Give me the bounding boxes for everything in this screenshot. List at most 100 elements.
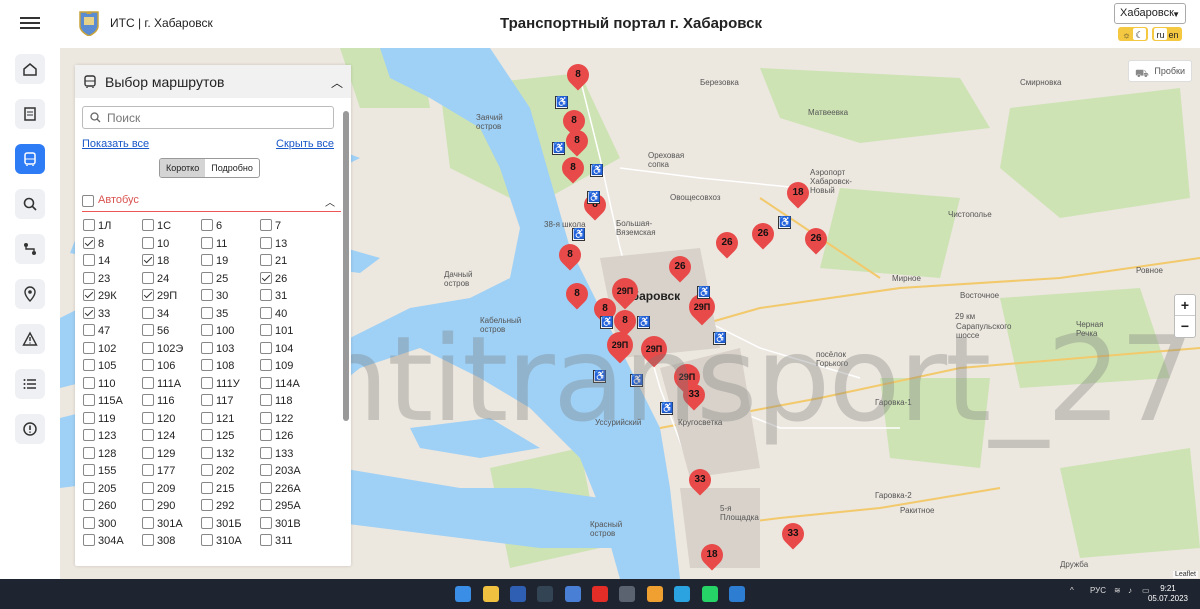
route-checkbox-item[interactable]: 126 [260, 429, 318, 445]
route-checkbox-item[interactable]: 29К [83, 289, 141, 305]
route-checkbox[interactable] [142, 271, 154, 284]
route-checkbox-item[interactable]: 202 [201, 464, 259, 480]
category-row[interactable]: Автобус ︿ [82, 192, 341, 212]
route-checkbox[interactable] [201, 394, 213, 406]
route-checkbox-item[interactable]: 30 [201, 289, 259, 305]
route-checkbox[interactable] [201, 341, 213, 354]
route-checkbox[interactable] [260, 376, 272, 389]
route-checkbox[interactable] [83, 289, 95, 301]
moon-icon[interactable]: ☾ [1133, 28, 1146, 40]
route-checkbox-item[interactable]: 125 [201, 429, 259, 445]
zoom-in-button[interactable]: + [1175, 295, 1195, 316]
bus-marker[interactable]: 33 [777, 518, 809, 550]
route-checkbox-item[interactable]: 300 [83, 516, 141, 533]
route-checkbox-item[interactable]: 122 [260, 411, 318, 428]
route-checkbox[interactable] [83, 464, 95, 476]
bus-marker[interactable]: 8 [561, 278, 593, 310]
zoom-out-button[interactable]: − [1175, 316, 1195, 337]
route-checkbox-item[interactable]: 8 [83, 236, 141, 253]
file-explorer-icon[interactable] [483, 586, 499, 602]
bus-marker[interactable]: 18 [696, 539, 728, 571]
sun-icon[interactable]: ☼ [1120, 28, 1133, 40]
route-checkbox[interactable] [142, 306, 154, 319]
telegram-icon[interactable] [674, 586, 690, 602]
bus-icon[interactable] [15, 144, 45, 174]
route-checkbox-item[interactable]: 1Л [83, 219, 141, 235]
route-checkbox-item[interactable]: 24 [142, 271, 200, 288]
keyboard-language[interactable]: РУС [1090, 586, 1106, 595]
route-checkbox[interactable] [142, 324, 154, 336]
route-checkbox[interactable] [260, 446, 272, 459]
route-checkbox-item[interactable]: 103 [201, 341, 259, 358]
mode-short-button[interactable]: Коротко [160, 159, 206, 177]
route-checkbox-item[interactable]: 295А [260, 499, 318, 515]
bus-marker[interactable]: 33 [684, 464, 716, 496]
language-toggle[interactable]: ru en [1152, 27, 1182, 41]
route-checkbox-item[interactable]: 114А [260, 376, 318, 393]
route-checkbox[interactable] [260, 271, 272, 284]
map-attribution[interactable]: Leaflet [1172, 571, 1198, 578]
route-checkbox[interactable] [260, 359, 272, 371]
wifi-icon[interactable]: ≋ [1114, 586, 1121, 595]
bus-marker[interactable]: 8 [554, 239, 586, 271]
route-checkbox-item[interactable]: 203А [260, 464, 318, 480]
route-checkbox-item[interactable]: 56 [142, 324, 200, 340]
route-checkbox-item[interactable]: 116 [142, 394, 200, 410]
route-checkbox[interactable] [201, 271, 213, 284]
chevron-up-icon[interactable]: ︿ [331, 74, 343, 91]
route-checkbox[interactable] [142, 481, 154, 494]
route-checkbox[interactable] [201, 219, 213, 231]
route-checkbox[interactable] [201, 516, 213, 529]
route-checkbox[interactable] [142, 429, 154, 441]
route-checkbox-item[interactable]: 104 [260, 341, 318, 358]
info-icon[interactable] [15, 414, 45, 444]
route-checkbox-item[interactable]: 304А [83, 534, 141, 549]
chevron-up-icon[interactable]: ^ [1070, 586, 1074, 595]
panel-scrollbar[interactable] [343, 109, 349, 561]
route-checkbox-item[interactable]: 105 [83, 359, 141, 375]
route-checkbox-item[interactable]: 19 [201, 254, 259, 270]
route-checkbox[interactable] [260, 411, 272, 424]
route-checkbox[interactable] [201, 446, 213, 459]
route-checkbox-item[interactable]: 301В [260, 516, 318, 533]
route-checkbox-item[interactable]: 290 [142, 499, 200, 515]
route-checkbox[interactable] [142, 254, 154, 266]
route-checkbox-item[interactable]: 301А [142, 516, 200, 533]
route-checkbox-item[interactable]: 14 [83, 254, 141, 270]
route-checkbox[interactable] [260, 499, 272, 511]
bus-marker[interactable]: 8 [561, 125, 593, 157]
route-checkbox-item[interactable]: 21 [260, 254, 318, 270]
chevron-up-icon[interactable]: ︿ [325, 194, 335, 209]
route-checkbox[interactable] [142, 394, 154, 406]
route-checkbox-item[interactable]: 111А [142, 376, 200, 393]
route-checkbox-item[interactable]: 209 [142, 481, 200, 498]
route-checkbox[interactable] [83, 219, 95, 231]
route-checkbox-item[interactable]: 31 [260, 289, 318, 305]
calculator-icon[interactable] [619, 586, 635, 602]
route-checkbox[interactable] [260, 254, 272, 266]
route-checkbox-item[interactable]: 1С [142, 219, 200, 235]
bus-marker[interactable]: 29П [601, 326, 639, 364]
route-checkbox[interactable] [201, 289, 213, 301]
route-checkbox-item[interactable]: 292 [201, 499, 259, 515]
route-checkbox-item[interactable]: 23 [83, 271, 141, 288]
route-checkbox[interactable] [83, 411, 95, 424]
panel-header[interactable]: Выбор маршрутов ︿ [75, 65, 351, 98]
route-checkbox[interactable] [142, 411, 154, 424]
route-checkbox-item[interactable]: 128 [83, 446, 141, 463]
route-checkbox-item[interactable]: 115А [83, 394, 141, 410]
route-checkbox-item[interactable]: 18 [142, 254, 200, 270]
route-checkbox[interactable] [142, 219, 154, 231]
route-checkbox-item[interactable]: 111У [201, 376, 259, 393]
route-checkbox-item[interactable]: 205 [83, 481, 141, 498]
route-checkbox-item[interactable]: 109 [260, 359, 318, 375]
route-checkbox[interactable] [260, 219, 272, 231]
hide-all-link[interactable]: Скрыть все [276, 138, 334, 150]
edge-icon[interactable] [729, 586, 745, 602]
route-checkbox[interactable] [142, 534, 154, 546]
route-checkbox[interactable] [83, 341, 95, 354]
schedule-icon[interactable] [15, 99, 45, 129]
route-checkbox[interactable] [260, 236, 272, 249]
route-checkbox[interactable] [201, 324, 213, 336]
route-checkbox[interactable] [142, 376, 154, 389]
